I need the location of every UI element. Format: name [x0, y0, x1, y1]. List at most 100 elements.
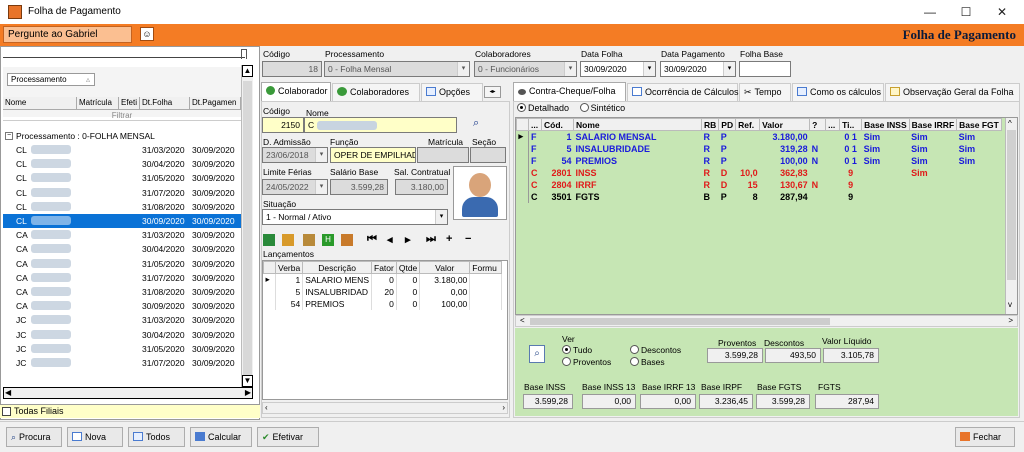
close-window-button[interactable]: ✕ [984, 0, 1020, 24]
col-dtpagamento[interactable]: Dt.Pagamen [190, 97, 241, 110]
cc-col-base-inss[interactable]: Base INSS [861, 118, 910, 131]
tab-ocorrencia[interactable]: Ocorrência de Cálculos [627, 83, 739, 101]
last-record-icon[interactable]: ⏭ [426, 233, 436, 246]
scroll-up-icon[interactable]: ▲ [242, 65, 253, 77]
cc-col-base-irrf[interactable]: Base IRRF [908, 118, 958, 131]
tab-observacao[interactable]: Observação Geral da Folha [885, 83, 1020, 101]
efetivar-button[interactable]: ✔ Efetivar [257, 427, 319, 447]
list-item[interactable]: JC 31/03/2020 30/09/2020 [3, 313, 241, 327]
codigo-field[interactable]: 18 [262, 61, 322, 77]
prev-record-icon[interactable]: ◂ [387, 233, 393, 246]
calcular-button[interactable]: Calcular [190, 427, 252, 447]
cc-col-dots2[interactable]: ... [825, 118, 841, 131]
first-record-icon[interactable]: ⏮ [367, 233, 377, 246]
cc-col-nome[interactable]: Nome [573, 118, 702, 131]
list-item[interactable]: CL 30/09/2020 30/09/2020 [3, 214, 241, 228]
ask-gabriel-input[interactable]: Pergunte ao Gabriel [3, 26, 132, 43]
chevron-down-icon[interactable]: ▾ [315, 180, 327, 194]
clipboard-icon[interactable] [303, 234, 315, 246]
list-item[interactable]: CA 31/03/2020 30/09/2020 [3, 228, 241, 242]
assistant-icon[interactable]: ☺ [140, 27, 154, 41]
salario-base-field[interactable]: 3.599,28 [330, 179, 388, 195]
scroll-right-icon[interactable]: > [1008, 316, 1013, 325]
col-matricula[interactable]: Matrícula [77, 97, 119, 110]
cc-horizontal-scrollbar[interactable]: < > [515, 315, 1018, 327]
tab-opcoes[interactable]: Opções [421, 83, 483, 101]
proventos-radio[interactable] [562, 357, 571, 366]
todas-filiais-checkbox[interactable] [2, 407, 11, 416]
scroll-thumb[interactable] [530, 318, 830, 325]
cc-col-flag[interactable]: ? [809, 118, 827, 131]
admissao-field[interactable]: 23/06/2018 ▾ [262, 147, 328, 163]
list-item[interactable]: CL 31/03/2020 30/09/2020 [3, 143, 241, 157]
detalhado-radio[interactable] [517, 103, 526, 112]
chevron-down-icon[interactable]: ▾ [435, 210, 447, 224]
maximize-button[interactable]: ☐ [948, 0, 984, 24]
lancamento-row[interactable]: ▸ 1 SALARIO MENS 0 0 3.180,00 [263, 273, 503, 286]
edit-icon[interactable] [282, 234, 294, 246]
col-dtfolha[interactable]: Dt.Folha [140, 97, 190, 110]
scroll-left-icon[interactable]: < [520, 316, 525, 325]
chevron-down-icon[interactable]: ▾ [315, 148, 327, 162]
bases-option[interactable]: Bases [630, 357, 665, 367]
list-item[interactable]: CA 31/05/2020 30/09/2020 [3, 257, 241, 271]
colaboradores-select[interactable]: 0 - Funcionários ▾ [474, 61, 577, 77]
lanc-col-descricao[interactable]: Descrição [302, 261, 372, 274]
splitter-handle[interactable] [241, 49, 247, 59]
tab-scroll-arrows[interactable]: ◂▸ [484, 86, 501, 98]
list-item[interactable]: CL 30/04/2020 30/09/2020 [3, 157, 241, 171]
descontos-radio[interactable] [630, 345, 639, 354]
tab-colaborador[interactable]: Colaborador [261, 82, 331, 102]
history-icon[interactable]: H [322, 234, 334, 246]
cc-col-base-fgts[interactable]: Base FGT [956, 118, 1002, 131]
lancamentos-hscroll[interactable]: ‹ › [262, 402, 508, 414]
fechar-button[interactable]: Fechar [955, 427, 1015, 447]
tab-contra-cheque[interactable]: Contra-Cheque/Folha [513, 82, 626, 102]
lancamento-row[interactable]: 5 INSALUBRIDAD 20 0 0,00 [263, 285, 503, 298]
sintetico-radio[interactable] [579, 103, 589, 112]
scroll-thumb[interactable] [1007, 130, 1016, 280]
funcao-field[interactable]: OPER DE EMPILHAD [330, 147, 416, 163]
list-item[interactable]: JC 30/04/2020 30/09/2020 [3, 328, 241, 342]
tab-colaboradores[interactable]: Colaboradores [332, 83, 420, 101]
codigo-colab-field[interactable]: 2150 [262, 117, 304, 133]
processamento-select[interactable]: 0 - Folha Mensal ▾ [324, 61, 470, 77]
chevron-down-icon[interactable]: ▾ [564, 62, 576, 76]
data-pagamento-field[interactable]: 30/09/2020 ▾ [660, 61, 736, 77]
cc-col-cod[interactable]: Cód. [541, 118, 574, 131]
sal-contratual-field[interactable]: 3.180,00 [395, 179, 448, 195]
tab-tempo[interactable]: ✂ Tempo [739, 83, 791, 101]
cc-vertical-scrollbar[interactable]: ^ v [1005, 118, 1017, 314]
lanc-col-fator[interactable]: Fator [371, 261, 397, 274]
col-efeti[interactable]: Efeti [119, 97, 140, 110]
list-item[interactable]: CA 31/07/2020 30/09/2020 [3, 271, 241, 285]
scroll-thumb[interactable] [243, 81, 252, 377]
minimize-button[interactable]: — [912, 0, 948, 24]
todas-filiais-checkbox-row[interactable]: Todas Filiais [0, 404, 260, 418]
todos-button[interactable]: Todos [128, 427, 185, 447]
add-record-icon[interactable]: + [446, 233, 452, 245]
cc-col-valor[interactable]: Valor [759, 118, 811, 131]
cc-row[interactable]: F 54 PREMIOS R P 100,00 N 0 1 Sim Sim Sim [516, 154, 1002, 167]
tab-como-calculos[interactable]: Como os cálculos [792, 83, 884, 101]
next-record-icon[interactable]: ▸ [405, 233, 411, 246]
list-item[interactable]: CA 30/09/2020 30/09/2020 [3, 299, 241, 313]
limite-ferias-field[interactable]: 24/05/2022 ▾ [262, 179, 328, 195]
lanc-col-valor[interactable]: Valor [419, 261, 471, 274]
list-item[interactable]: JC 31/07/2020 30/09/2020 [3, 356, 241, 370]
scroll-left-icon[interactable]: ‹ [265, 403, 268, 412]
list-horizontal-scrollbar[interactable]: ◀ ▶ [3, 387, 253, 399]
cc-col-pd[interactable]: PD [718, 118, 737, 131]
scroll-right-icon[interactable]: › [502, 403, 505, 412]
delete-record-icon[interactable]: − [465, 233, 471, 245]
list-item[interactable]: CL 31/05/2020 30/09/2020 [3, 171, 241, 185]
nome-field[interactable]: C [304, 117, 457, 133]
lancamento-row[interactable]: 54 PREMIOS 0 0 100,00 [263, 297, 503, 310]
cc-row[interactable]: ▸ F 1 SALARIO MENSAL R P 3.180,00 0 1 Sim Sim Sim [516, 130, 1002, 143]
binoculars-icon[interactable]: ⌕ [473, 117, 479, 130]
descontos-option[interactable]: Descontos [630, 345, 681, 355]
cc-col-ref[interactable]: Ref. [735, 118, 761, 131]
scroll-down-icon[interactable]: v [1008, 300, 1012, 309]
list-item[interactable]: CA 31/08/2020 30/09/2020 [3, 285, 241, 299]
scroll-up-icon[interactable]: ^ [1008, 119, 1012, 128]
